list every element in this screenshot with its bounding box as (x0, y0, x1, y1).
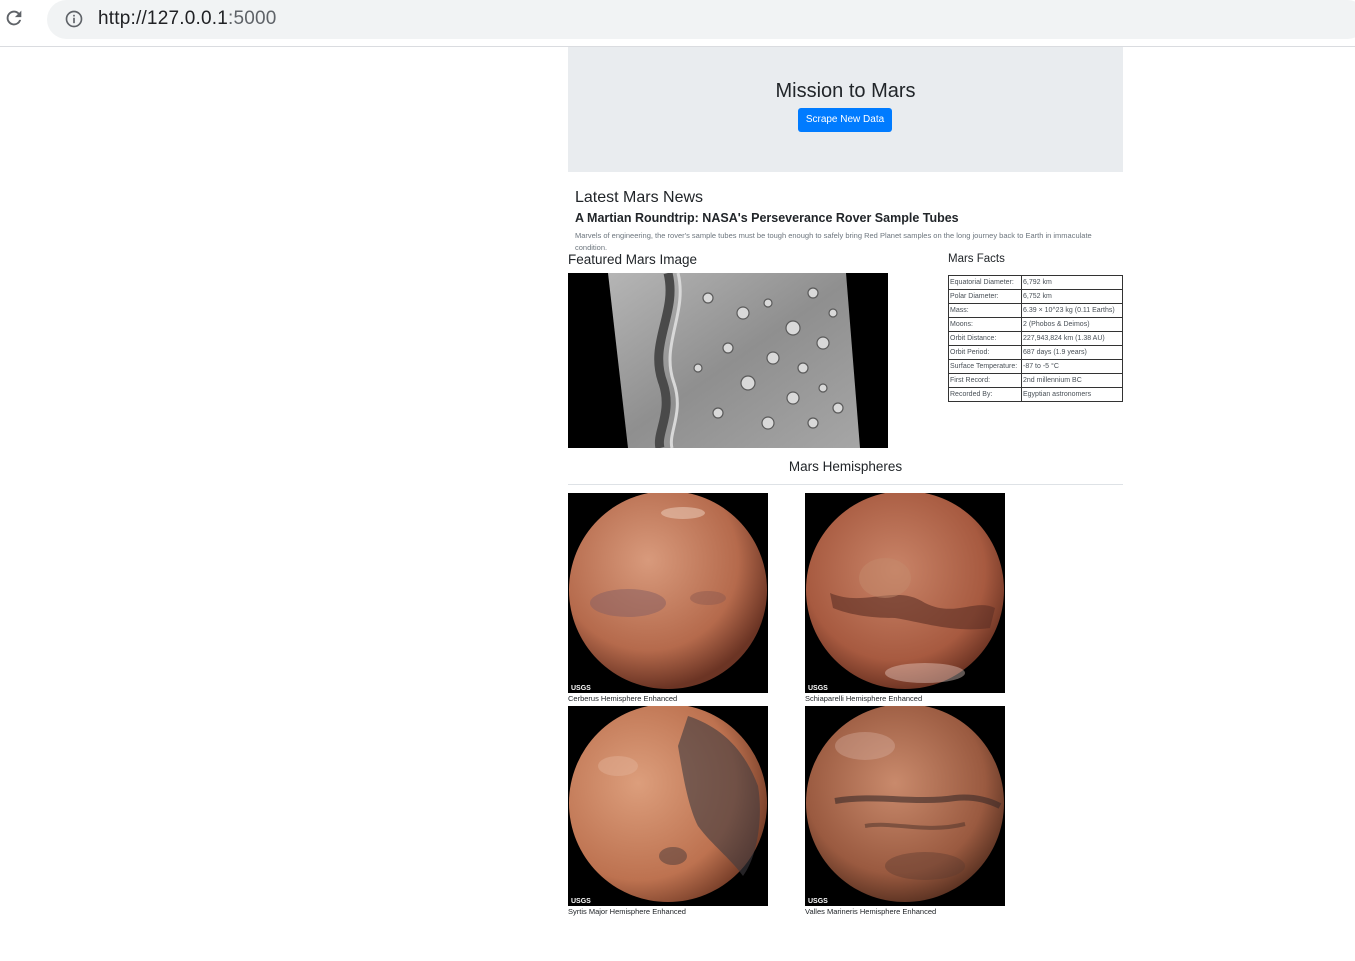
jumbotron: Mission to Mars Scrape New Data (568, 47, 1123, 172)
hemisphere-caption: Valles Marineris Hemisphere Enhanced (805, 907, 937, 916)
hemisphere-image-schiaparelli: USGS (805, 493, 1005, 693)
news-paragraph: Marvels of engineering, the rover's samp… (575, 231, 1092, 252)
reload-icon[interactable] (3, 7, 25, 29)
fact-value: 2nd millennium BC (1021, 373, 1123, 388)
fact-value: 2 (Phobos & Deimos) (1021, 317, 1123, 332)
featured-mars-image (568, 273, 888, 448)
address-bar[interactable]: http://127.0.0.1:5000 (47, 0, 1355, 39)
news-title: A Martian Roundtrip: NASA's Perseverance… (575, 211, 959, 225)
hemispheres-heading: Mars Hemispheres (788, 459, 903, 474)
fact-label: Equatorial Diameter: (948, 275, 1022, 290)
page-title: Mission to Mars (775, 80, 916, 102)
news-heading: Latest Mars News (575, 189, 704, 206)
hemisphere-caption: Schiaparelli Hemisphere Enhanced (805, 694, 923, 703)
divider (568, 484, 1123, 485)
url-text[interactable]: http://127.0.0.1:5000 (98, 8, 277, 30)
browser-toolbar: http://127.0.0.1:5000 (0, 0, 1355, 47)
hemisphere-card: USGS Syrtis Major Hemisphere Enhanced (568, 706, 768, 916)
hemisphere-card: USGS Cerberus Hemisphere Enhanced (568, 493, 768, 703)
usgs-logo: USGS (808, 685, 828, 692)
fact-label: Recorded By: (948, 387, 1022, 402)
info-icon[interactable] (64, 9, 84, 29)
facts-row: Orbit Distance: 227,943,824 km (1.38 AU) (948, 331, 1123, 346)
featured-heading: Featured Mars Image (568, 252, 698, 267)
fact-value: 227,943,824 km (1.38 AU) (1021, 331, 1123, 346)
hemisphere-caption: Cerberus Hemisphere Enhanced (568, 694, 678, 703)
usgs-logo: USGS (571, 685, 591, 692)
facts-row: Moons: 2 (Phobos & Deimos) (948, 317, 1123, 332)
hemisphere-image-syrtis-major: USGS (568, 706, 768, 906)
facts-row: Orbit Period: 687 days (1.9 years) (948, 345, 1123, 360)
fact-label: Orbit Distance: (948, 331, 1022, 346)
facts-row: Surface Temperature: -87 to -5 °C (948, 359, 1123, 374)
fact-label: Orbit Period: (948, 345, 1022, 360)
fact-value: 687 days (1.9 years) (1021, 345, 1123, 360)
fact-value: Egyptian astronomers (1021, 387, 1123, 402)
facts-row: First Record: 2nd millennium BC (948, 373, 1123, 388)
mars-facts-table: Equatorial Diameter: 6,792 km Polar Diamet… (948, 275, 1123, 402)
facts-row: Mass: 6.39 × 10^23 kg (0.11 Earths) (948, 303, 1123, 318)
fact-label: Mass: (948, 303, 1022, 318)
hemisphere-card: USGS Valles Marineris Hemisphere Enhance… (805, 706, 1005, 916)
fact-value: 6,752 km (1021, 289, 1123, 304)
fact-label: Polar Diameter: (948, 289, 1022, 304)
fact-value: 6.39 × 10^23 kg (0.11 Earths) (1021, 303, 1123, 318)
facts-row: Recorded By: Egyptian astronomers (948, 387, 1123, 402)
hemisphere-image-valles-marineris: USGS (805, 706, 1005, 906)
usgs-logo: USGS (571, 898, 591, 905)
fact-label: Surface Temperature: (948, 359, 1022, 374)
scrape-button[interactable]: Scrape New Data (798, 108, 892, 132)
url-host: http://127.0.0.1 (98, 8, 228, 29)
facts-heading: Mars Facts (948, 253, 1005, 265)
fact-label: First Record: (948, 373, 1022, 388)
facts-row: Polar Diameter: 6,752 km (948, 289, 1123, 304)
hemisphere-image-cerberus: USGS (568, 493, 768, 693)
facts-row: Equatorial Diameter: 6,792 km (948, 275, 1123, 290)
url-port: :5000 (227, 8, 277, 29)
hemisphere-caption: Syrtis Major Hemisphere Enhanced (568, 907, 686, 916)
hemisphere-card: USGS Schiaparelli Hemisphere Enhanced (805, 493, 1005, 703)
fact-label: Moons: (948, 317, 1022, 332)
usgs-logo: USGS (808, 898, 828, 905)
fact-value: 6,792 km (1021, 275, 1123, 290)
fact-value: -87 to -5 °C (1021, 359, 1123, 374)
